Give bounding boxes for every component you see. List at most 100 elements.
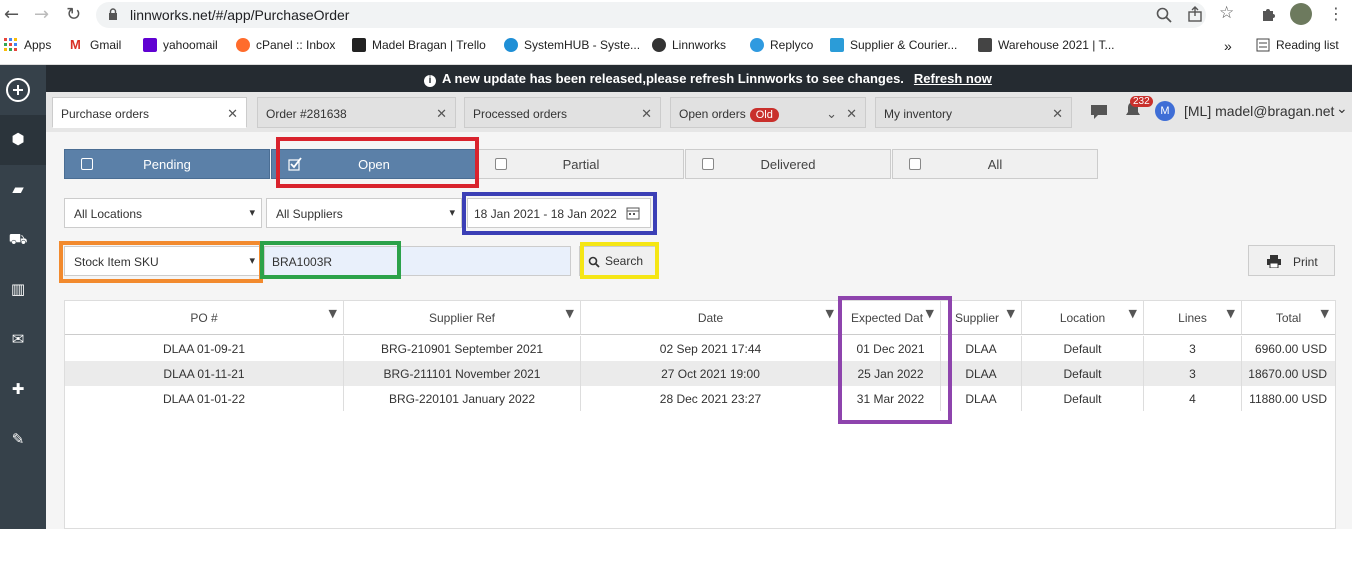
cell-date: 02 Sep 2021 17:44 bbox=[581, 336, 841, 361]
filter-icon[interactable]: ▼ bbox=[926, 307, 934, 320]
user-menu-chevron-icon[interactable]: ⌄ bbox=[1336, 100, 1348, 117]
sidebar-item-mail[interactable]: ✉ bbox=[0, 315, 46, 365]
bookmark-systemhub[interactable]: SystemHUB - Syste... bbox=[504, 38, 640, 52]
yahoo-icon bbox=[143, 38, 157, 52]
chat-icon[interactable] bbox=[1089, 102, 1109, 120]
address-bar[interactable]: linnworks.net/#/app/PurchaseOrder bbox=[96, 2, 1206, 28]
filter-icon[interactable]: ▼ bbox=[1129, 307, 1137, 320]
purchase-orders-grid: PO # ▼ Supplier Ref ▼ Date ▼ Expected Dat ▼ … bbox=[64, 300, 1336, 529]
user-account[interactable]: [ML] madel@bragan.net bbox=[1184, 103, 1334, 119]
tab-open-orders[interactable]: Open orders Old ⌄ ✕ bbox=[670, 97, 866, 128]
tab-my-inventory[interactable]: My inventory ✕ bbox=[875, 97, 1072, 128]
filter-icon[interactable]: ▼ bbox=[1227, 307, 1235, 320]
cell-supplier-ref: BRG-211101 November 2021 bbox=[344, 361, 581, 386]
column-header-expected-date[interactable]: Expected Dat ▼ bbox=[841, 301, 941, 335]
back-icon[interactable]: ← bbox=[4, 4, 19, 25]
table-row[interactable]: DLAA 01-09-21 BRG-210901 September 2021 … bbox=[65, 336, 1335, 361]
sku-search-input[interactable]: BRA1003R bbox=[264, 246, 571, 276]
sidebar-item-dashboards[interactable]: ⬢ bbox=[0, 115, 46, 165]
cell-total: 6960.00 USD bbox=[1254, 342, 1327, 356]
extensions-icon[interactable] bbox=[1260, 6, 1276, 22]
close-icon[interactable]: ✕ bbox=[436, 106, 447, 122]
replyco-icon bbox=[750, 38, 764, 52]
column-header-total[interactable]: Total ▼ bbox=[1242, 301, 1335, 335]
column-header-supplier-ref[interactable]: Supplier Ref ▼ bbox=[344, 301, 581, 335]
table-row[interactable]: DLAA 01-11-21 BRG-211101 November 2021 2… bbox=[65, 361, 1335, 386]
supplier-select[interactable]: All Suppliers ▾ bbox=[266, 198, 462, 228]
calendar-icon[interactable] bbox=[626, 206, 640, 220]
bookmark-yahoomail[interactable]: yahoomail bbox=[143, 38, 218, 52]
tab-order-281638[interactable]: Order #281638 ✕ bbox=[257, 97, 456, 128]
bookmark-cpanel[interactable]: cPanel :: Inbox bbox=[236, 38, 335, 52]
column-header-po[interactable]: PO # ▼ bbox=[65, 301, 344, 335]
sidebar-item-shipping[interactable]: ⛟ bbox=[0, 215, 46, 265]
bookmark-supplier[interactable]: Supplier & Courier... bbox=[830, 38, 957, 52]
bookmark-apps[interactable]: Apps bbox=[4, 38, 51, 52]
zoom-icon[interactable] bbox=[1156, 7, 1172, 23]
tab-bar: Purchase orders ✕ Order #281638 ✕ Proces… bbox=[46, 92, 1352, 132]
bookmark-replyco[interactable]: Replyco bbox=[750, 38, 813, 52]
filter-icon[interactable]: ▼ bbox=[1007, 307, 1015, 320]
filter-icon[interactable]: ▼ bbox=[826, 307, 834, 320]
trello-icon bbox=[352, 38, 366, 52]
status-all-button[interactable]: All bbox=[892, 149, 1098, 179]
sidebar-logo[interactable] bbox=[0, 65, 46, 115]
forward-icon[interactable]: → bbox=[34, 4, 49, 25]
star-icon[interactable]: ☆ bbox=[1219, 3, 1234, 23]
search-type-select[interactable]: Stock Item SKU ▾ bbox=[64, 246, 262, 276]
bookmark-trello[interactable]: Madel Bragan | Trello bbox=[352, 38, 486, 52]
user-avatar[interactable]: M bbox=[1155, 101, 1175, 121]
cell-expected-date: 25 Jan 2022 bbox=[841, 361, 941, 386]
search-button[interactable]: Search bbox=[579, 246, 656, 276]
cell-supplier: DLAA bbox=[941, 336, 1022, 361]
url-text: linnworks.net/#/app/PurchaseOrder bbox=[130, 7, 350, 23]
location-select[interactable]: All Locations ▾ bbox=[64, 198, 262, 228]
tab-processed-orders[interactable]: Processed orders ✕ bbox=[464, 97, 661, 128]
status-open-button[interactable]: Open bbox=[271, 149, 477, 179]
close-icon[interactable]: ✕ bbox=[227, 106, 238, 122]
printer-icon bbox=[1267, 255, 1281, 268]
notifications[interactable]: 232 bbox=[1124, 96, 1153, 123]
reload-icon[interactable]: ↻ bbox=[66, 4, 81, 25]
sidebar-item-apps[interactable]: ✚ bbox=[0, 365, 46, 415]
bookmark-warehouse[interactable]: Warehouse 2021 | T... bbox=[978, 38, 1115, 52]
refresh-now-link[interactable]: Refresh now bbox=[914, 71, 992, 86]
bookmark-linnworks[interactable]: Linnworks bbox=[652, 38, 726, 52]
cell-po: DLAA 01-01-22 bbox=[65, 386, 344, 411]
cell-date: 28 Dec 2021 23:27 bbox=[581, 386, 841, 411]
sidebar-item-settings[interactable]: ✎ bbox=[0, 415, 46, 465]
cell-lines: 3 bbox=[1144, 336, 1242, 361]
table-row[interactable]: DLAA 01-01-22 BRG-220101 January 2022 28… bbox=[65, 386, 1335, 411]
bookmark-gmail[interactable]: M Gmail bbox=[70, 38, 121, 52]
column-header-date[interactable]: Date ▼ bbox=[581, 301, 841, 335]
chevron-down-icon: ▾ bbox=[449, 207, 455, 219]
chevron-down-icon: ▾ bbox=[249, 255, 255, 267]
print-button[interactable]: Print bbox=[1248, 245, 1335, 276]
filter-icon[interactable]: ▼ bbox=[566, 307, 574, 320]
update-banner: i A new update has been released,please r… bbox=[46, 65, 1352, 92]
bookmarks-more[interactable]: » bbox=[1224, 38, 1232, 54]
profile-avatar[interactable] bbox=[1290, 3, 1312, 25]
date-range-input[interactable]: 18 Jan 2021 - 18 Jan 2022 bbox=[467, 198, 651, 228]
truck-icon: ⛟ bbox=[8, 230, 28, 248]
app-sidebar: ⬢ ▰ ⛟ ▥ ✉ ✚ ✎ bbox=[0, 65, 46, 529]
close-icon[interactable]: ✕ bbox=[846, 106, 857, 122]
reading-list[interactable]: Reading list bbox=[1256, 38, 1339, 52]
menu-kebab-icon[interactable]: ⋮ bbox=[1328, 4, 1344, 23]
status-delivered-button[interactable]: Delivered bbox=[685, 149, 891, 179]
status-partial-button[interactable]: Partial bbox=[478, 149, 684, 179]
sidebar-item-products[interactable]: ▰ bbox=[0, 165, 46, 215]
column-header-lines[interactable]: Lines ▼ bbox=[1144, 301, 1242, 335]
filter-icon[interactable]: ▼ bbox=[1321, 307, 1329, 320]
status-pending-button[interactable]: Pending bbox=[64, 149, 270, 179]
column-header-supplier[interactable]: Supplier ▼ bbox=[941, 301, 1022, 335]
sidebar-item-reports[interactable]: ▥ bbox=[0, 265, 46, 315]
share-icon[interactable] bbox=[1187, 6, 1203, 22]
close-icon[interactable]: ✕ bbox=[1052, 106, 1063, 122]
warehouse-icon bbox=[978, 38, 992, 52]
filter-icon[interactable]: ▼ bbox=[329, 307, 337, 320]
tab-purchase-orders[interactable]: Purchase orders ✕ bbox=[52, 97, 247, 128]
column-header-location[interactable]: Location ▼ bbox=[1022, 301, 1144, 335]
chevron-down-icon[interactable]: ⌄ bbox=[826, 106, 837, 122]
close-icon[interactable]: ✕ bbox=[641, 106, 652, 122]
